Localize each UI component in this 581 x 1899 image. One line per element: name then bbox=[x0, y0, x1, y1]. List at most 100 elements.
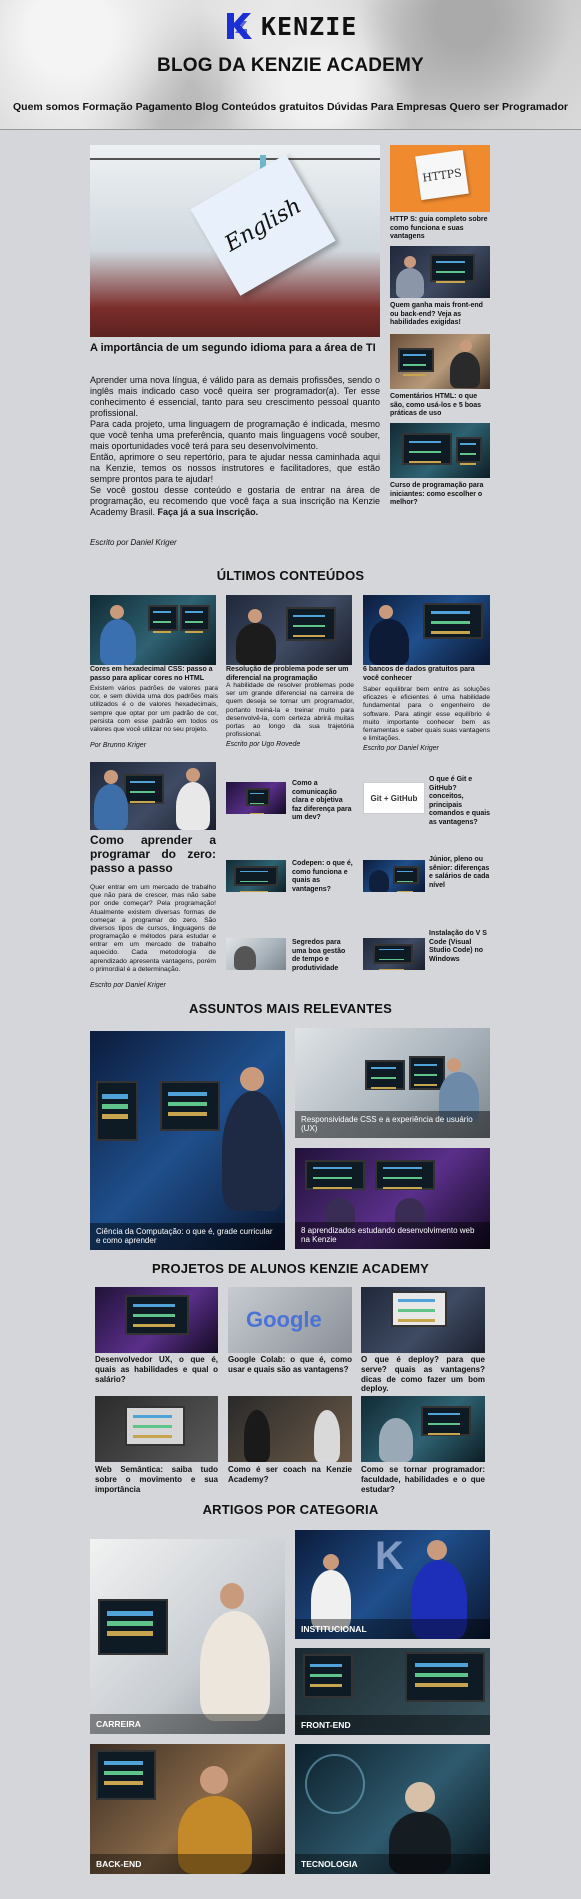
monitor-shape bbox=[96, 1081, 138, 1141]
monitor-shape bbox=[373, 944, 413, 964]
side-post-title[interactable]: Curso de programação para iniciantes: co… bbox=[390, 482, 490, 508]
nav-item-quem-somos[interactable]: Quem somos bbox=[13, 101, 80, 113]
project-image[interactable] bbox=[95, 1396, 218, 1462]
nav-item-pagamento[interactable]: Pagamento bbox=[136, 101, 193, 113]
category-card-back-end[interactable]: BACK-END bbox=[90, 1744, 285, 1874]
featured-paragraph: Se você gostou desse conteúdo e gostaria… bbox=[90, 485, 380, 518]
side-post-title[interactable]: HTTP S: guia completo sobre como funcion… bbox=[390, 216, 490, 242]
side-post-image-https[interactable]: HTTPS bbox=[390, 145, 490, 212]
monitor-shape bbox=[405, 1652, 485, 1702]
small-post-image-git[interactable]: Git + GitHub bbox=[363, 782, 425, 814]
relevant-item-large[interactable]: Ciência da Computação: o que é, grade cu… bbox=[90, 1031, 285, 1250]
latest-card-image[interactable] bbox=[90, 595, 216, 665]
latest-big-title[interactable]: Como aprender a programar do zero: passo… bbox=[90, 833, 216, 875]
person-body bbox=[234, 946, 256, 970]
latest-card-image[interactable] bbox=[363, 595, 490, 665]
person-body bbox=[314, 1410, 340, 1462]
latest-card-image[interactable] bbox=[226, 595, 352, 665]
latest-big-image[interactable] bbox=[90, 762, 216, 830]
side-post-title[interactable]: Comentários HTML: o que são, como usá-lo… bbox=[390, 393, 490, 419]
small-post-image[interactable] bbox=[363, 938, 425, 970]
monitor-shape bbox=[96, 1750, 156, 1800]
side-post-image[interactable] bbox=[390, 246, 490, 298]
category-card-front-end[interactable]: FRONT-END bbox=[295, 1648, 490, 1735]
small-post-image[interactable] bbox=[226, 938, 286, 970]
person-body bbox=[450, 352, 480, 388]
person-body bbox=[379, 1418, 413, 1462]
small-post-title[interactable]: Júnior, pleno ou sênior: diferenças e sa… bbox=[429, 856, 491, 890]
projects-heading: PROJETOS DE ALUNOS KENZIE ACADEMY bbox=[152, 1261, 429, 1276]
project-image[interactable] bbox=[361, 1287, 485, 1353]
featured-post-title[interactable]: A importância de um segundo idioma para … bbox=[90, 342, 380, 356]
person-head bbox=[220, 1583, 244, 1609]
project-title[interactable]: Google Colab: o que é, como usar e quais… bbox=[228, 1355, 352, 1375]
project-image[interactable]: Google bbox=[228, 1287, 352, 1353]
category-card-tecnologia[interactable]: TECNOLOGIA bbox=[295, 1744, 490, 1874]
nav-item-formacao[interactable]: Formação bbox=[82, 101, 132, 113]
small-post-image[interactable] bbox=[226, 782, 286, 814]
featured-post-author: Escrito por Daniel Kriger bbox=[90, 538, 177, 547]
small-post-title[interactable]: Codepen: o que é, como funciona e quais … bbox=[292, 860, 354, 894]
project-image[interactable] bbox=[95, 1287, 218, 1353]
small-post-title[interactable]: Segredos para uma boa gestão de tempo e … bbox=[292, 939, 354, 973]
project-image[interactable] bbox=[361, 1396, 485, 1462]
english-note-card: English bbox=[190, 154, 336, 296]
latest-card-title[interactable]: Cores em hexadecimal CSS: passo a passo … bbox=[90, 666, 218, 683]
nav-item-blog[interactable]: Blog bbox=[195, 101, 218, 113]
person-head bbox=[240, 1067, 264, 1091]
kenzie-logo[interactable]: KENZIE bbox=[225, 11, 357, 41]
side-post-image[interactable] bbox=[390, 423, 490, 478]
site-header: KENZIE BLOG DA KENZIE ACADEMY Quem somos… bbox=[0, 0, 581, 130]
person-body bbox=[94, 784, 128, 830]
person-head bbox=[447, 1058, 461, 1072]
monitor-shape bbox=[246, 788, 270, 806]
relevant-item[interactable]: Responsividade CSS e a experiência de us… bbox=[295, 1028, 490, 1138]
small-post-title[interactable]: Instalação do V S Code (Visual Studio Co… bbox=[429, 930, 491, 964]
logo-text: KENZIE bbox=[261, 11, 358, 41]
nav-item-para-empresas[interactable]: Para Empresas bbox=[371, 101, 447, 113]
latest-heading: ÚLTIMOS CONTEÚDOS bbox=[216, 568, 365, 583]
latest-card-title[interactable]: 6 bancos de dados gratuitos para você co… bbox=[363, 666, 490, 683]
project-title[interactable]: Como é ser coach na Kenzie Academy? bbox=[228, 1465, 352, 1485]
person-body bbox=[236, 623, 276, 665]
person-head bbox=[460, 340, 472, 352]
hologram-ring bbox=[305, 1754, 365, 1814]
string-line bbox=[90, 158, 380, 160]
latest-card-text: Existem vários padrões de valores para c… bbox=[90, 685, 218, 733]
featured-post-image[interactable]: English bbox=[90, 145, 380, 337]
featured-cta-link[interactable]: Faça já a sua inscrição. bbox=[158, 507, 259, 517]
category-card-carreira[interactable]: CARREIRA bbox=[90, 1539, 285, 1734]
person-head bbox=[323, 1554, 339, 1570]
project-title[interactable]: Web Semântica: saiba tudo sobre o movime… bbox=[95, 1465, 218, 1494]
project-title[interactable]: O que é deploy? para que serve? quais as… bbox=[361, 1355, 485, 1394]
project-title[interactable]: Desenvolvedor UX, o que é, quais as habi… bbox=[95, 1355, 218, 1384]
person-head bbox=[404, 256, 416, 268]
relevant-item[interactable]: 8 aprendizados estudando desenvolvimento… bbox=[295, 1148, 490, 1249]
main-nav: Quem somos Formação Pagamento Blog Conte… bbox=[0, 101, 581, 113]
side-post-image[interactable] bbox=[390, 334, 490, 389]
small-post-image[interactable] bbox=[363, 860, 425, 892]
monitor-shape bbox=[160, 1081, 220, 1131]
latest-card-title[interactable]: Resolução de problema pode ser um difere… bbox=[226, 666, 354, 683]
project-image[interactable] bbox=[228, 1396, 352, 1462]
monitor-shape bbox=[305, 1160, 365, 1190]
featured-paragraph: Então, aprimore o seu repertório, para t… bbox=[90, 451, 380, 484]
person-body bbox=[396, 268, 424, 298]
nav-item-conteudos-gratuitos[interactable]: Conteúdos gratuitos bbox=[221, 101, 324, 113]
person-body bbox=[176, 782, 210, 830]
relevant-heading: ASSUNTOS MAIS RELEVANTES bbox=[189, 1001, 392, 1016]
nav-item-quero-ser-programador[interactable]: Quero ser Programador bbox=[450, 101, 568, 113]
small-post-title[interactable]: O que é Git e GitHub? conceitos, princip… bbox=[429, 776, 491, 827]
monitor-shape bbox=[234, 866, 278, 886]
side-post-title[interactable]: Quem ganha mais front-end ou back-end? V… bbox=[390, 302, 490, 328]
laptop-screen bbox=[125, 1406, 185, 1446]
nav-item-duvidas[interactable]: Dúvidas bbox=[327, 101, 368, 113]
person-head bbox=[200, 1766, 228, 1794]
small-post-title[interactable]: Como a comunicação clara e objetiva faz … bbox=[292, 780, 354, 823]
small-post-image[interactable] bbox=[226, 860, 286, 892]
latest-card-text: Saber equilibrar bem entre as soluções e… bbox=[363, 686, 490, 743]
monitor-shape bbox=[456, 437, 482, 463]
category-card-institucional[interactable]: K INSTITUCIONAL bbox=[295, 1530, 490, 1639]
project-title[interactable]: Como se tornar programador: faculdade, h… bbox=[361, 1465, 485, 1494]
monitor-shape bbox=[98, 1599, 168, 1655]
